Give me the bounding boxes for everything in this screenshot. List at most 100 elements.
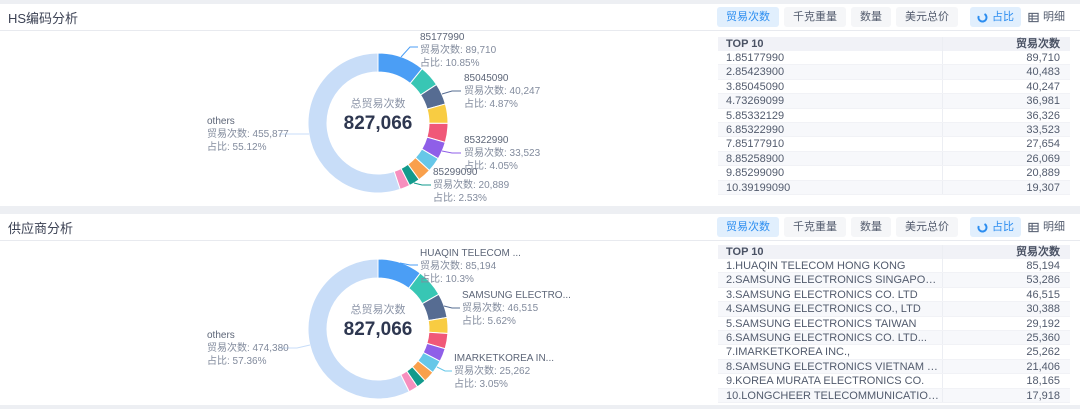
row-name: 4.SAMSUNG ELECTRONICS CO., LTD xyxy=(718,302,943,315)
row-value: 40,247 xyxy=(943,80,1070,93)
section-content: 总贸易次数 827,066 TOP 10 贸易次数 1.HUAQIN TELEC… xyxy=(0,241,1080,403)
table-row[interactable]: 6.8532299033,523 xyxy=(718,123,1070,137)
donut-segment[interactable] xyxy=(428,317,448,333)
metric-toolbar: 贸易次数千克重量数量美元总价 占比 明细 xyxy=(712,217,1072,237)
row-name: 10.39199090 xyxy=(718,181,943,194)
row-value: 26,069 xyxy=(943,152,1070,165)
view-ratio-label: 占比 xyxy=(992,217,1014,237)
chart-callout: 85177990贸易次数: 89,710占比: 10.85% xyxy=(420,31,496,70)
callout-leader-line xyxy=(442,91,461,94)
metric-button[interactable]: 数量 xyxy=(851,7,891,27)
metric-button[interactable]: 千克重量 xyxy=(784,217,846,237)
table-row[interactable]: 1.8517799089,710 xyxy=(718,51,1070,65)
callout-line: 贸易次数: 89,710 xyxy=(420,44,496,57)
row-name: 3.85045090 xyxy=(718,80,943,93)
donut-ratio-icon xyxy=(977,222,988,233)
chart-callout: others贸易次数: 455,877占比: 55.12% xyxy=(207,115,289,154)
hs-code-donut-chart[interactable] xyxy=(0,31,700,203)
row-name: 2.SAMSUNG ELECTRONICS SINGAPORE PTE. LTD xyxy=(718,273,943,286)
table-row[interactable]: 3.8504509040,247 xyxy=(718,80,1070,94)
row-value: 36,981 xyxy=(943,94,1070,107)
callout-name: IMARKETKOREA IN... xyxy=(454,352,554,365)
table-header-row: TOP 10 贸易次数 xyxy=(718,245,1070,259)
chart-callout: 85045090贸易次数: 40,247占比: 4.87% xyxy=(464,72,540,111)
metric-button[interactable]: 美元总价 xyxy=(896,7,958,27)
table-row[interactable]: 9.KOREA MURATA ELECTRONICS CO.18,165 xyxy=(718,374,1070,388)
row-value: 19,307 xyxy=(943,181,1070,194)
view-detail-label: 明细 xyxy=(1043,7,1065,27)
table-header-trade-count: 贸易次数 xyxy=(943,245,1070,259)
view-ratio-button[interactable]: 占比 xyxy=(970,217,1021,237)
table-row[interactable]: 9.8529909020,889 xyxy=(718,166,1070,180)
top10-table: TOP 10 贸易次数 1.HUAQIN TELECOM HONG KONG85… xyxy=(718,245,1070,403)
row-name: 6.SAMSUNG ELECTRONICS CO. LTD... xyxy=(718,331,943,344)
metric-button-group: 贸易次数千克重量数量美元总价 xyxy=(712,217,958,237)
view-toggle-group: 占比 明细 xyxy=(970,217,1072,237)
table-row[interactable]: 8.8525890026,069 xyxy=(718,152,1070,166)
table-row[interactable]: 2.8542390040,483 xyxy=(718,65,1070,79)
table-body: 1.8517799089,7102.8542390040,4833.850450… xyxy=(718,51,1070,195)
row-value: 21,406 xyxy=(943,360,1070,373)
view-toggle-group: 占比 明细 xyxy=(970,7,1072,27)
chart-callout: SAMSUNG ELECTRO...贸易次数: 46,515占比: 5.62% xyxy=(462,289,571,328)
table-row[interactable]: 2.SAMSUNG ELECTRONICS SINGAPORE PTE. LTD… xyxy=(718,273,1070,287)
row-name: 5.85332129 xyxy=(718,109,943,122)
metric-button[interactable]: 贸易次数 xyxy=(717,217,779,237)
row-name: 2.85423900 xyxy=(718,65,943,78)
table-body: 1.HUAQIN TELECOM HONG KONG85,1942.SAMSUN… xyxy=(718,259,1070,403)
donut-segment[interactable] xyxy=(308,53,400,193)
table-row[interactable]: 3.SAMSUNG ELECTRONICS CO. LTD46,515 xyxy=(718,288,1070,302)
callout-line: 占比: 2.53% xyxy=(433,192,509,205)
metric-button[interactable]: 千克重量 xyxy=(784,7,846,27)
callout-line: 占比: 10.3% xyxy=(420,273,521,286)
row-value: 17,918 xyxy=(943,389,1070,402)
row-value: 29,192 xyxy=(943,317,1070,330)
row-value: 33,523 xyxy=(943,123,1070,136)
callout-line: 占比: 10.85% xyxy=(420,57,496,70)
callout-leader-line xyxy=(401,47,418,57)
callout-name: SAMSUNG ELECTRO... xyxy=(462,289,571,302)
callout-leader-line xyxy=(444,306,460,308)
callout-leader-line xyxy=(442,151,461,153)
metric-button[interactable]: 美元总价 xyxy=(896,217,958,237)
grid-detail-icon xyxy=(1028,12,1039,23)
metric-toolbar: 贸易次数千克重量数量美元总价 占比 明细 xyxy=(712,7,1072,27)
callout-line: 贸易次数: 25,262 xyxy=(454,365,554,378)
row-name: 10.LONGCHEER TELECOMMUNICATION (H.K.) xyxy=(718,389,943,402)
grid-detail-icon xyxy=(1028,222,1039,233)
table-row[interactable]: 4.SAMSUNG ELECTRONICS CO., LTD30,388 xyxy=(718,302,1070,316)
row-name: 9.85299090 xyxy=(718,166,943,179)
table-row[interactable]: 6.SAMSUNG ELECTRONICS CO. LTD...25,360 xyxy=(718,331,1070,345)
view-detail-button[interactable]: 明细 xyxy=(1021,7,1072,27)
callout-line: 占比: 57.36% xyxy=(207,355,289,368)
table-row[interactable]: 8.SAMSUNG ELECTRONICS VIETNAM THAI NG21,… xyxy=(718,360,1070,374)
table-row[interactable]: 10.3919909019,307 xyxy=(718,181,1070,195)
metric-button-group: 贸易次数千克重量数量美元总价 xyxy=(712,7,958,27)
table-row[interactable]: 4.7326909936,981 xyxy=(718,94,1070,108)
callout-line: 占比: 4.87% xyxy=(464,98,540,111)
table-row[interactable]: 5.8533212936,326 xyxy=(718,109,1070,123)
table-row[interactable]: 7.IMARKETKOREA INC.,25,262 xyxy=(718,345,1070,359)
row-value: 36,326 xyxy=(943,109,1070,122)
table-row[interactable]: 7.8517791027,654 xyxy=(718,137,1070,151)
row-value: 85,194 xyxy=(943,259,1070,272)
row-value: 20,889 xyxy=(943,166,1070,179)
callout-line: 贸易次数: 46,515 xyxy=(462,302,571,315)
supplier-donut-chart[interactable] xyxy=(0,241,700,403)
callout-leader-line xyxy=(414,183,431,185)
callout-name: 85299090 xyxy=(433,166,509,179)
view-ratio-button[interactable]: 占比 xyxy=(970,7,1021,27)
view-detail-button[interactable]: 明细 xyxy=(1021,217,1072,237)
metric-button[interactable]: 数量 xyxy=(851,217,891,237)
row-name: 3.SAMSUNG ELECTRONICS CO. LTD xyxy=(718,288,943,301)
callout-line: 贸易次数: 20,889 xyxy=(433,179,509,192)
table-row[interactable]: 10.LONGCHEER TELECOMMUNICATION (H.K.)17,… xyxy=(718,389,1070,403)
row-name: 5.SAMSUNG ELECTRONICS TAIWAN xyxy=(718,317,943,330)
table-row[interactable]: 1.HUAQIN TELECOM HONG KONG85,194 xyxy=(718,259,1070,273)
section-supplier-analysis: 供应商分析 贸易次数千克重量数量美元总价 占比 明细 xyxy=(0,214,1080,405)
callout-line: 占比: 3.05% xyxy=(454,378,554,391)
table-row[interactable]: 5.SAMSUNG ELECTRONICS TAIWAN29,192 xyxy=(718,317,1070,331)
metric-button[interactable]: 贸易次数 xyxy=(717,7,779,27)
section-content: 总贸易次数 827,066 TOP 10 贸易次数 1.8517799089,7… xyxy=(0,31,1080,203)
section-header: 供应商分析 贸易次数千克重量数量美元总价 占比 明细 xyxy=(0,214,1080,241)
